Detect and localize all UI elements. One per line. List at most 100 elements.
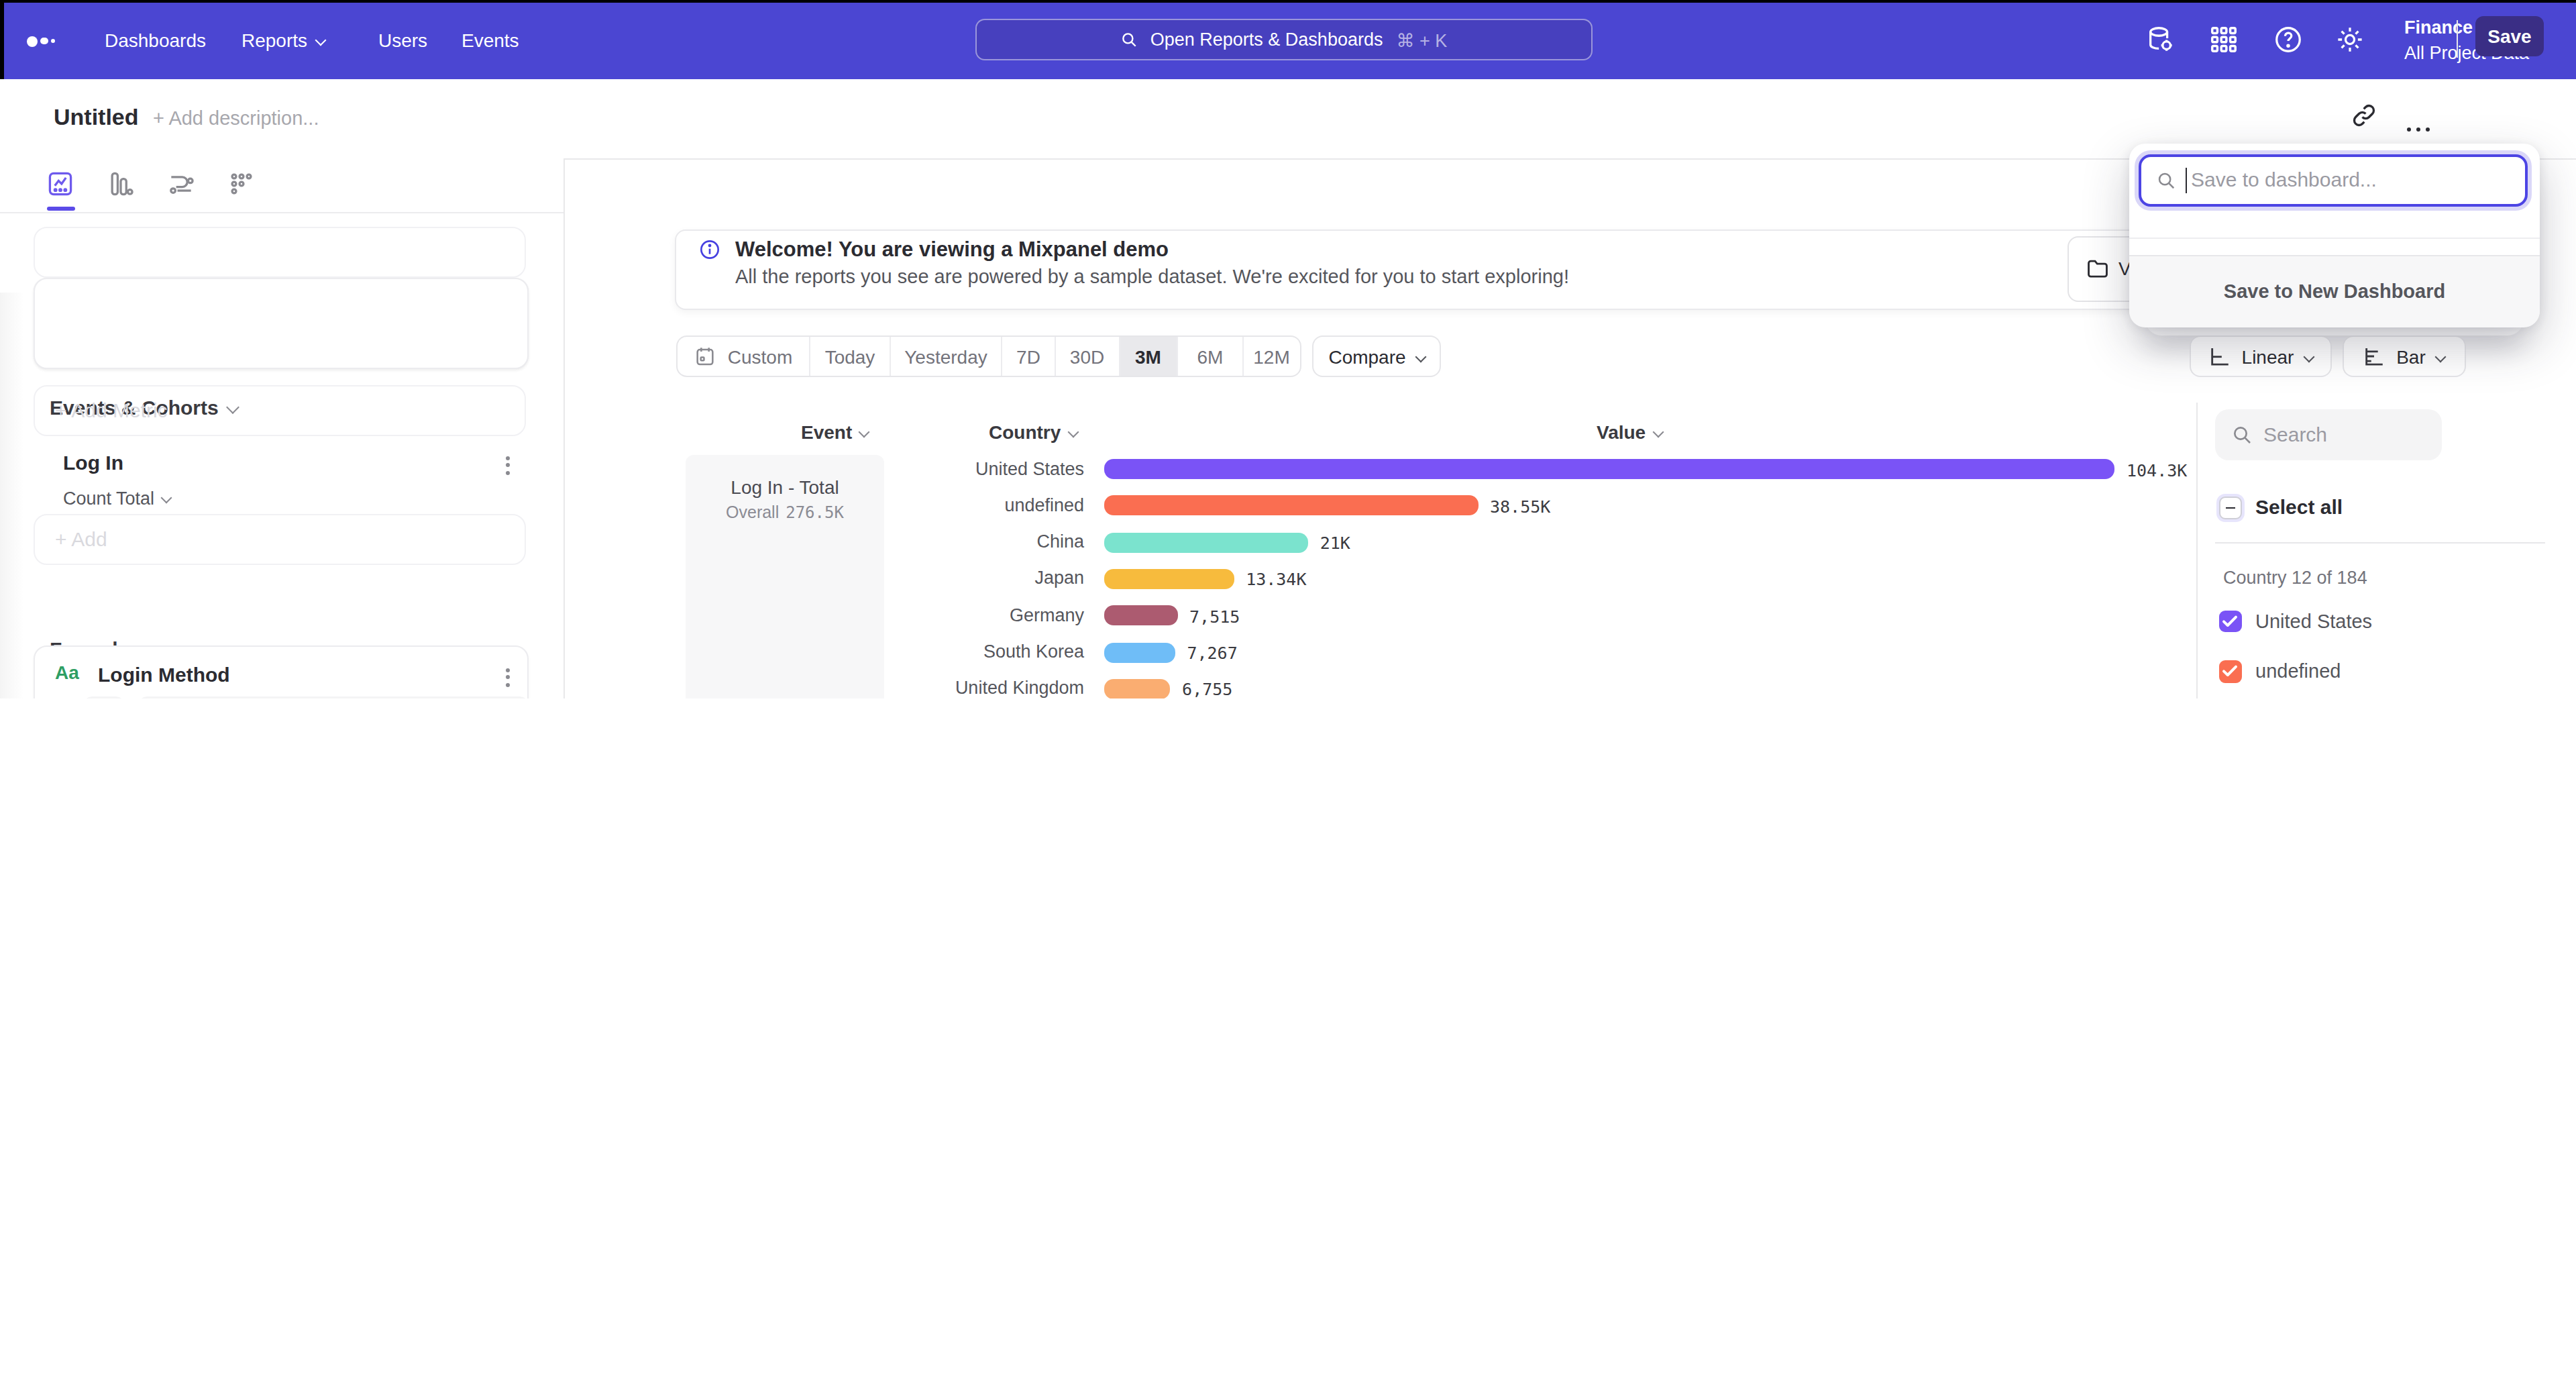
active-tab-indicator: [47, 206, 75, 210]
apps-grid-icon[interactable]: [2208, 24, 2239, 55]
range-today[interactable]: Today: [809, 337, 890, 376]
nav-link-reports[interactable]: Reports: [241, 0, 325, 79]
more-options-icon[interactable]: [2407, 113, 2436, 137]
titlebar-divider: [2457, 20, 2458, 58]
select-all-checkbox[interactable]: [2219, 497, 2241, 519]
search-icon: [1121, 31, 1138, 48]
metric-aggregation[interactable]: Count Total: [63, 488, 170, 509]
text-caret: [2186, 168, 2188, 193]
top-nav: Dashboards Reports Users Events Open Report…: [0, 0, 2576, 79]
project-name[interactable]: Finance: [2404, 17, 2473, 38]
bar-category-label: United Kingdom: [869, 678, 1084, 698]
search-icon: [2231, 424, 2253, 446]
bar-category-label: China: [869, 531, 1084, 552]
bar-value-label: 13.34K: [1246, 570, 1306, 590]
filter-operator[interactable]: =: [82, 696, 125, 698]
bar-value-label: 6,755: [1182, 680, 1232, 698]
help-icon[interactable]: [2273, 24, 2304, 55]
range-7d[interactable]: 7D: [1001, 337, 1055, 376]
nav-link-events[interactable]: Events: [462, 0, 519, 79]
save-to-new-dashboard-button[interactable]: Save to New Dashboard: [2129, 255, 2540, 327]
tab-flows-icon[interactable]: [166, 169, 196, 199]
select-all-label: Select all: [2255, 495, 2343, 518]
bar-category-label: Japan: [869, 568, 1084, 588]
filter-value[interactable]: Manual Password: [137, 696, 530, 698]
nav-link-dashboards[interactable]: Dashboards: [105, 0, 206, 79]
compare-button[interactable]: Compare: [1312, 335, 1441, 377]
bar-germany[interactable]: [1105, 605, 1177, 625]
bar-united-kingdom[interactable]: [1105, 679, 1170, 698]
range-yesterday[interactable]: Yesterday: [890, 337, 1001, 376]
event-series-overall: Overall276.5K: [686, 503, 884, 522]
filter-options-icon[interactable]: [506, 664, 510, 690]
bar-japan[interactable]: [1105, 569, 1234, 589]
bar-chart-icon: [2363, 345, 2385, 368]
metric-name[interactable]: Log In: [63, 451, 123, 474]
metric-options-icon[interactable]: [506, 452, 510, 478]
chart-type-button[interactable]: Bar: [2342, 335, 2465, 377]
tab-insights-icon[interactable]: [46, 169, 75, 199]
filter-property-name[interactable]: Login Method: [98, 662, 230, 685]
bar-united-states[interactable]: [1105, 459, 2114, 479]
folder-icon: [2085, 256, 2110, 282]
bar-category-label: United States: [869, 458, 1084, 478]
bar-category-label: undefined: [869, 495, 1084, 515]
report-title[interactable]: Untitled: [54, 105, 139, 132]
global-search-placeholder: Open Reports & Dashboards: [1150, 30, 1383, 50]
filter-search-placeholder: Search: [2263, 423, 2327, 446]
range-12m[interactable]: 12M: [1242, 337, 1299, 376]
mixpanel-report-page: Dashboards Reports Users Events Open Report…: [0, 0, 2576, 698]
bar-category-label: South Korea: [869, 641, 1084, 662]
column-header-event[interactable]: Event: [801, 421, 868, 443]
save-button[interactable]: Save: [2475, 15, 2544, 56]
search-shortcut: ⌘ + K: [1396, 29, 1447, 50]
checkbox-united-states[interactable]: [2219, 611, 2241, 633]
filter-item-label[interactable]: undefined: [2255, 661, 2341, 682]
bar-value-label: 7,515: [1189, 606, 1240, 626]
save-to-dashboard-input[interactable]: Save to dashboard...: [2139, 154, 2528, 207]
banner-title: Welcome! You are viewing a Mixpanel demo: [735, 238, 1169, 262]
filter-item-label[interactable]: United States: [2255, 611, 2372, 632]
save-to-dashboard-popup: Save to dashboard... Save to New Dashboa…: [2129, 144, 2540, 326]
range-custom[interactable]: Custom: [678, 337, 809, 376]
panel-divider: [2215, 542, 2545, 544]
add-description[interactable]: + Add description...: [153, 107, 319, 129]
copy-link-icon[interactable]: [2351, 102, 2377, 129]
country-count-header: Country 12 of 184: [2223, 568, 2367, 588]
column-header-value[interactable]: Value: [1597, 421, 1662, 443]
info-icon: [699, 239, 720, 260]
column-header-country[interactable]: Country: [989, 421, 1077, 443]
tab-funnels-icon[interactable]: [106, 169, 136, 199]
filter-panel-search[interactable]: Search: [2215, 409, 2442, 460]
range-6m[interactable]: 6M: [1177, 337, 1242, 376]
date-range-control: CustomTodayYesterday7D30D3M6M12M: [676, 335, 1301, 377]
linear-scale-icon: [2208, 345, 2231, 368]
report-type-tabs: [0, 158, 564, 213]
chart-scale-button[interactable]: Linear: [2189, 335, 2332, 377]
metric-card-outline: [34, 277, 529, 368]
filter-type-badge: Aa: [55, 662, 79, 683]
global-search[interactable]: Open Reports & Dashboards ⌘ + K: [975, 19, 1593, 60]
tab-retention-icon[interactable]: [227, 169, 256, 199]
formulas-add-button[interactable]: + Add: [34, 513, 526, 565]
bar-category-label: Germany: [869, 605, 1084, 625]
bar-undefined[interactable]: [1105, 496, 1478, 516]
save-input-placeholder: Save to dashboard...: [2191, 168, 2377, 191]
banner-subtitle: All the reports you see are powered by a…: [735, 266, 1569, 287]
bar-value-label: 7,267: [1187, 643, 1237, 663]
range-3m[interactable]: 3M: [1118, 337, 1177, 376]
event-series-name: Log In - Total: [686, 476, 884, 498]
bar-south-korea[interactable]: [1105, 642, 1175, 662]
data-management-icon[interactable]: [2145, 24, 2176, 55]
bar-value-label: 21K: [1320, 533, 1350, 553]
filter-card[interactable]: Aa Login Method = Manual Password: [34, 645, 529, 698]
filter-panel-divider: [2196, 403, 2198, 698]
nav-link-users[interactable]: Users: [378, 0, 427, 79]
range-30d[interactable]: 30D: [1055, 337, 1118, 376]
bar-china[interactable]: [1105, 532, 1308, 552]
bar-value-label: 104.3K: [2127, 460, 2187, 480]
calendar-icon: [694, 345, 717, 368]
add-metric-button[interactable]: + Add Metric: [34, 384, 526, 436]
settings-gear-icon[interactable]: [2334, 24, 2365, 55]
checkbox-undefined[interactable]: [2219, 660, 2241, 682]
